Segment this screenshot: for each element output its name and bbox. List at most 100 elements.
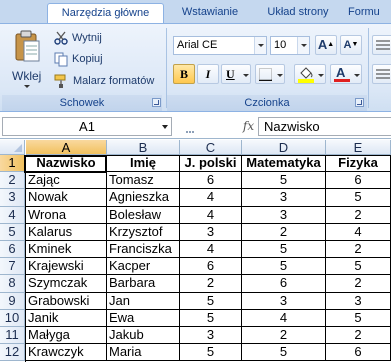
select-all-button[interactable] bbox=[0, 140, 25, 155]
table-cell[interactable]: Kacper bbox=[107, 258, 180, 276]
table-cell[interactable]: 2 bbox=[326, 275, 391, 293]
tab-formulas[interactable]: Formu bbox=[348, 3, 391, 24]
table-cell[interactable]: 2 bbox=[326, 206, 391, 224]
row-header[interactable]: 7 bbox=[0, 258, 25, 276]
clipboard-launcher-icon[interactable] bbox=[152, 98, 161, 107]
bold-button[interactable]: B bbox=[173, 64, 195, 84]
table-cell[interactable]: 2 bbox=[326, 241, 391, 259]
table-cell[interactable]: Zając bbox=[26, 172, 107, 190]
table-cell[interactable]: Bolesław bbox=[107, 206, 180, 224]
row-header[interactable]: 3 bbox=[0, 189, 25, 207]
table-cell[interactable]: 3 bbox=[180, 327, 242, 345]
table-cell[interactable]: Krawczyk bbox=[26, 344, 107, 362]
table-cell[interactable]: 3 bbox=[326, 292, 391, 310]
table-cell[interactable]: Małyga bbox=[26, 327, 107, 345]
table-cell[interactable]: 4 bbox=[326, 223, 391, 241]
format-painter-button[interactable]: Malarz formatów bbox=[53, 73, 163, 91]
table-cell[interactable]: Kalarus bbox=[26, 223, 107, 241]
name-box-resize-handle[interactable] bbox=[186, 124, 196, 133]
table-cell[interactable]: Jakub bbox=[107, 327, 180, 345]
table-cell[interactable]: 2 bbox=[242, 223, 326, 241]
header-cell[interactable]: J. polski bbox=[180, 155, 242, 173]
row-header[interactable]: 8 bbox=[0, 275, 25, 293]
table-cell[interactable]: 6 bbox=[180, 172, 242, 190]
table-cell[interactable]: Kminek bbox=[26, 241, 107, 259]
paste-button[interactable]: Wklej bbox=[8, 28, 46, 92]
row-header[interactable]: 10 bbox=[0, 309, 25, 327]
table-cell[interactable]: 4 bbox=[242, 309, 326, 327]
table-cell[interactable]: 5 bbox=[242, 258, 326, 276]
row-header[interactable]: 11 bbox=[0, 327, 25, 345]
table-cell[interactable]: 2 bbox=[242, 327, 326, 345]
font-color-button[interactable]: A bbox=[330, 64, 362, 84]
row-header[interactable]: 1 bbox=[0, 155, 25, 173]
table-cell[interactable]: 2 bbox=[326, 327, 391, 345]
underline-button[interactable]: U bbox=[221, 64, 251, 84]
fill-color-button[interactable] bbox=[294, 64, 326, 84]
align-top-button[interactable] bbox=[372, 35, 391, 55]
table-cell[interactable]: Szymczak bbox=[26, 275, 107, 293]
table-cell[interactable]: 4 bbox=[180, 206, 242, 224]
table-cell[interactable]: Barbara bbox=[107, 275, 180, 293]
font-launcher-icon[interactable] bbox=[355, 98, 364, 107]
tab-page-layout[interactable]: Układ strony bbox=[256, 3, 340, 24]
table-cell[interactable]: Franciszka bbox=[107, 241, 180, 259]
table-cell[interactable]: 6 bbox=[180, 258, 242, 276]
name-box[interactable]: A1 bbox=[2, 117, 172, 136]
font-size-select[interactable]: 10 bbox=[270, 36, 310, 55]
table-cell[interactable]: 2 bbox=[180, 275, 242, 293]
table-cell[interactable]: 5 bbox=[242, 344, 326, 362]
row-header[interactable]: 5 bbox=[0, 223, 25, 241]
table-cell[interactable]: Tomasz bbox=[107, 172, 180, 190]
row-header[interactable]: 4 bbox=[0, 206, 25, 224]
font-name-select[interactable]: Arial CE bbox=[173, 36, 267, 55]
grow-font-button[interactable]: A▲ bbox=[315, 35, 337, 55]
table-cell[interactable]: Nowak bbox=[26, 189, 107, 207]
paste-dropdown-icon[interactable] bbox=[24, 85, 30, 88]
table-cell[interactable]: 6 bbox=[326, 172, 391, 190]
column-header-e[interactable]: E bbox=[326, 140, 391, 155]
header-cell[interactable]: Nazwisko bbox=[26, 155, 107, 173]
table-cell[interactable]: 5 bbox=[326, 189, 391, 207]
table-cell[interactable]: Krzysztof bbox=[107, 223, 180, 241]
table-cell[interactable]: Maria bbox=[107, 344, 180, 362]
table-cell[interactable]: 5 bbox=[180, 344, 242, 362]
borders-button[interactable] bbox=[255, 64, 285, 84]
table-cell[interactable]: Grabowski bbox=[26, 292, 107, 310]
table-cell[interactable]: 6 bbox=[242, 275, 326, 293]
table-cell[interactable]: Wrona bbox=[26, 206, 107, 224]
table-cell[interactable]: 5 bbox=[242, 241, 326, 259]
row-header[interactable]: 12 bbox=[0, 344, 25, 362]
align-left-button[interactable] bbox=[372, 64, 391, 84]
table-cell[interactable]: 5 bbox=[180, 292, 242, 310]
table-cell[interactable]: Janik bbox=[26, 309, 107, 327]
table-cell[interactable]: 3 bbox=[242, 206, 326, 224]
formula-input[interactable]: Nazwisko bbox=[258, 117, 391, 136]
header-cell[interactable]: Imię bbox=[107, 155, 180, 173]
tab-insert[interactable]: Wstawianie bbox=[170, 3, 250, 24]
table-cell[interactable]: Krajewski bbox=[26, 258, 107, 276]
shrink-font-button[interactable]: A▼ bbox=[340, 35, 362, 55]
table-cell[interactable]: Ewa bbox=[107, 309, 180, 327]
tab-home[interactable]: Narzędzia główne bbox=[47, 3, 164, 24]
table-cell[interactable]: Jan bbox=[107, 292, 180, 310]
row-header[interactable]: 6 bbox=[0, 241, 25, 259]
table-cell[interactable]: 5 bbox=[326, 309, 391, 327]
row-header[interactable]: 9 bbox=[0, 292, 25, 310]
row-header[interactable]: 2 bbox=[0, 172, 25, 190]
table-cell[interactable]: 3 bbox=[242, 292, 326, 310]
column-header-c[interactable]: C bbox=[180, 140, 242, 155]
copy-button[interactable]: Kopiuj bbox=[53, 51, 133, 69]
table-cell[interactable]: 5 bbox=[326, 258, 391, 276]
column-header-b[interactable]: B bbox=[107, 140, 180, 155]
table-cell[interactable]: 3 bbox=[242, 189, 326, 207]
table-cell[interactable]: Agnieszka bbox=[107, 189, 180, 207]
table-cell[interactable]: 3 bbox=[180, 223, 242, 241]
cut-button[interactable]: Wytnij bbox=[53, 30, 133, 48]
header-cell[interactable]: Matematyka bbox=[242, 155, 326, 173]
table-cell[interactable]: 6 bbox=[326, 344, 391, 362]
table-cell[interactable]: 5 bbox=[180, 309, 242, 327]
italic-button[interactable]: I bbox=[197, 64, 219, 84]
column-header-d[interactable]: D bbox=[242, 140, 326, 155]
table-cell[interactable]: 4 bbox=[180, 241, 242, 259]
